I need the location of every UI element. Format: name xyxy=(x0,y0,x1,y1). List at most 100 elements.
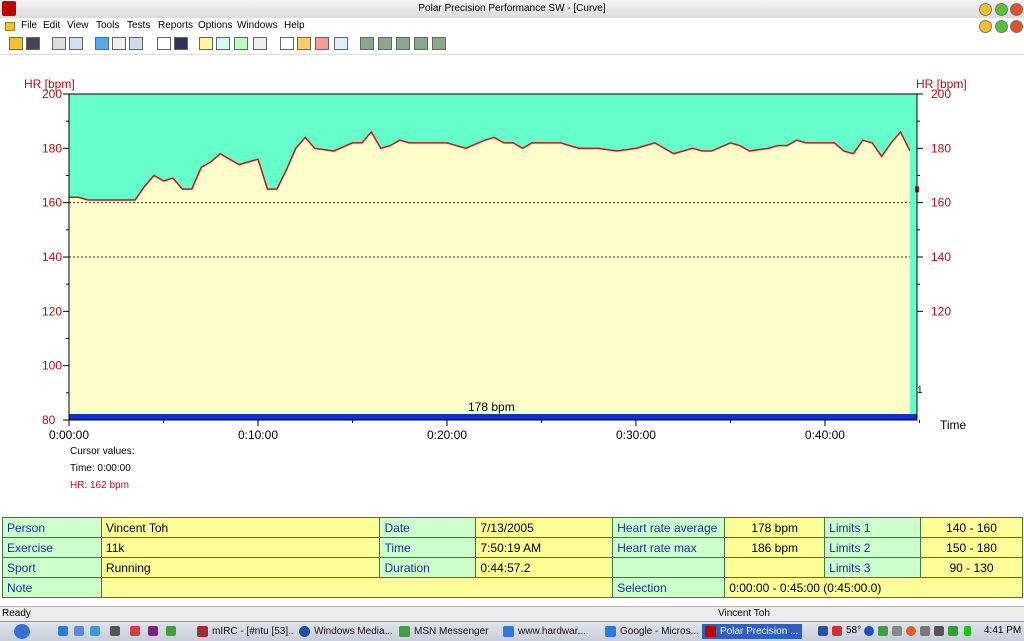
person-icon[interactable] xyxy=(95,37,109,50)
doc-minimize-button[interactable] xyxy=(979,20,992,33)
sound-icon[interactable] xyxy=(112,37,126,50)
exercise-value[interactable]: 11k xyxy=(100,537,381,558)
taskbar: mIRC - [#ntu [53]... Windows Media... MS… xyxy=(0,621,1024,641)
cursor-values-title: Cursor values: xyxy=(70,446,135,457)
x-tick-label: 0:20:00 xyxy=(427,428,467,442)
quicklaunch-app3-icon[interactable] xyxy=(166,626,176,636)
tray-icon[interactable] xyxy=(920,626,930,636)
quicklaunch-desktop-icon[interactable] xyxy=(74,626,84,636)
cursor-time: Time: 0:00:00 xyxy=(70,463,131,474)
y-tick-label: 160 xyxy=(42,196,62,210)
menu-options[interactable]: Options xyxy=(198,20,232,31)
menu-view[interactable]: View xyxy=(67,20,89,31)
curve-icon[interactable] xyxy=(199,37,213,50)
task-google[interactable]: Google - Micros... xyxy=(602,624,698,639)
close-button[interactable] xyxy=(1010,3,1023,16)
user-tray-icon[interactable] xyxy=(878,626,888,636)
sport-value[interactable]: Running xyxy=(100,557,381,578)
table-row: Exercise 11k Time 7:50:19 AM Heart rate … xyxy=(2,537,1023,558)
y-tick-label: 120 xyxy=(42,304,62,318)
quicklaunch-app-icon[interactable] xyxy=(130,626,140,636)
table-row: Note Selection 0:00:00 - 0:45:00 (0:45:0… xyxy=(2,577,1023,598)
task-windows-media[interactable]: Windows Media... xyxy=(296,624,392,639)
maximize-button[interactable] xyxy=(995,3,1008,16)
table-icon[interactable] xyxy=(253,37,267,50)
x-tick-label: 0:10:00 xyxy=(238,428,278,442)
minimize-button[interactable] xyxy=(979,3,992,16)
window-icon[interactable] xyxy=(157,37,171,50)
menu-windows[interactable]: Windows xyxy=(237,20,278,31)
quicklaunch-app2-icon[interactable] xyxy=(148,626,158,636)
person-value[interactable]: Vincent Toh xyxy=(100,517,381,538)
open-icon[interactable] xyxy=(9,37,23,50)
selection-value[interactable]: 0:00:00 - 0:45:00 (0:45:00.0) xyxy=(724,577,1023,598)
tools-icon[interactable] xyxy=(129,37,143,50)
print-icon[interactable] xyxy=(52,37,66,50)
table-row: Sport Running Duration 0:44:57.2 Limits … xyxy=(2,557,1023,578)
date-value[interactable]: 7/13/2005 xyxy=(475,517,614,538)
y-tick-label: 180 xyxy=(42,141,62,155)
bars-icon[interactable] xyxy=(216,37,230,50)
menu-tests[interactable]: Tests xyxy=(127,20,150,31)
right-y-tick-label: 200 xyxy=(931,87,951,101)
network-icon[interactable] xyxy=(818,626,828,636)
zoom-icon[interactable] xyxy=(280,37,294,50)
limits2-value[interactable]: 150 - 180 xyxy=(920,537,1023,558)
note-value[interactable] xyxy=(100,577,614,598)
start-button[interactable] xyxy=(14,624,30,639)
report-5-icon[interactable] xyxy=(432,37,446,50)
limits1-value[interactable]: 140 - 160 xyxy=(920,517,1023,538)
flag-icon[interactable] xyxy=(832,626,842,636)
x-tick-label: 0:40:00 xyxy=(805,428,845,442)
doc-maximize-button[interactable] xyxy=(995,20,1008,33)
right-y-tick-label: 160 xyxy=(931,196,951,210)
tray-icon[interactable] xyxy=(892,626,902,636)
graph-zoom-icon[interactable] xyxy=(297,37,311,50)
heart-rate-chart[interactable]: HR [bpm] HR [bpm] 178 bpm 1 200 180 160 … xyxy=(0,70,1024,450)
tray-icon[interactable] xyxy=(906,626,916,636)
limits3-value[interactable]: 90 - 130 xyxy=(920,557,1023,578)
save-icon[interactable] xyxy=(26,37,40,50)
messenger-tray-icon[interactable] xyxy=(864,626,874,636)
plot-area[interactable] xyxy=(68,93,919,421)
quicklaunch-outlook-icon[interactable] xyxy=(90,626,100,636)
marker-icon[interactable] xyxy=(315,37,329,50)
media-player-icon xyxy=(299,626,310,637)
menu-reports[interactable]: Reports xyxy=(158,20,193,31)
report-4-icon[interactable] xyxy=(414,37,428,50)
quicklaunch-ie-icon[interactable] xyxy=(58,626,68,636)
task-msn[interactable]: MSN Messenger xyxy=(396,624,496,639)
book-icon[interactable] xyxy=(174,37,188,50)
note-label: Note xyxy=(2,577,102,598)
task-polar-precision[interactable]: Polar Precision ... xyxy=(702,624,802,639)
menu-help[interactable]: Help xyxy=(284,20,305,31)
report-1-icon[interactable] xyxy=(360,37,374,50)
menu-file[interactable]: File xyxy=(21,20,37,31)
temperature[interactable]: 58° xyxy=(846,625,861,636)
task-mirc[interactable]: mIRC - [#ntu [53]... xyxy=(194,624,294,639)
x-axis-label: Time xyxy=(940,418,967,432)
tray-icon[interactable] xyxy=(934,626,944,636)
duration-value[interactable]: 0:44:57.2 xyxy=(475,557,614,578)
summary-icon[interactable] xyxy=(234,37,248,50)
hr-average-label: Heart rate average xyxy=(612,517,726,538)
cursor-hr: HR: 162 bpm xyxy=(70,480,129,491)
menu-tools[interactable]: Tools xyxy=(96,20,119,31)
y-tick-label: 100 xyxy=(42,359,62,373)
limits2-label: Limits 2 xyxy=(824,537,922,558)
table-row: Person Vincent Toh Date 7/13/2005 Heart … xyxy=(2,517,1023,538)
report-3-icon[interactable] xyxy=(396,37,410,50)
menu-edit[interactable]: Edit xyxy=(43,20,60,31)
task-label: MSN Messenger xyxy=(414,626,489,637)
battery-icon[interactable] xyxy=(964,626,971,636)
copy-icon[interactable] xyxy=(69,37,83,50)
time-value[interactable]: 7:50:19 AM xyxy=(475,537,614,558)
exercise-label: Exercise xyxy=(2,537,102,558)
report-2-icon[interactable] xyxy=(378,37,392,50)
compare-icon[interactable] xyxy=(334,37,348,50)
y-tick-label: 80 xyxy=(42,413,56,427)
doc-close-button[interactable] xyxy=(1010,20,1023,33)
task-browser[interactable]: www.hardwar... xyxy=(500,624,600,639)
tray-icon[interactable] xyxy=(948,626,958,636)
quicklaunch-media-icon[interactable] xyxy=(110,626,120,636)
